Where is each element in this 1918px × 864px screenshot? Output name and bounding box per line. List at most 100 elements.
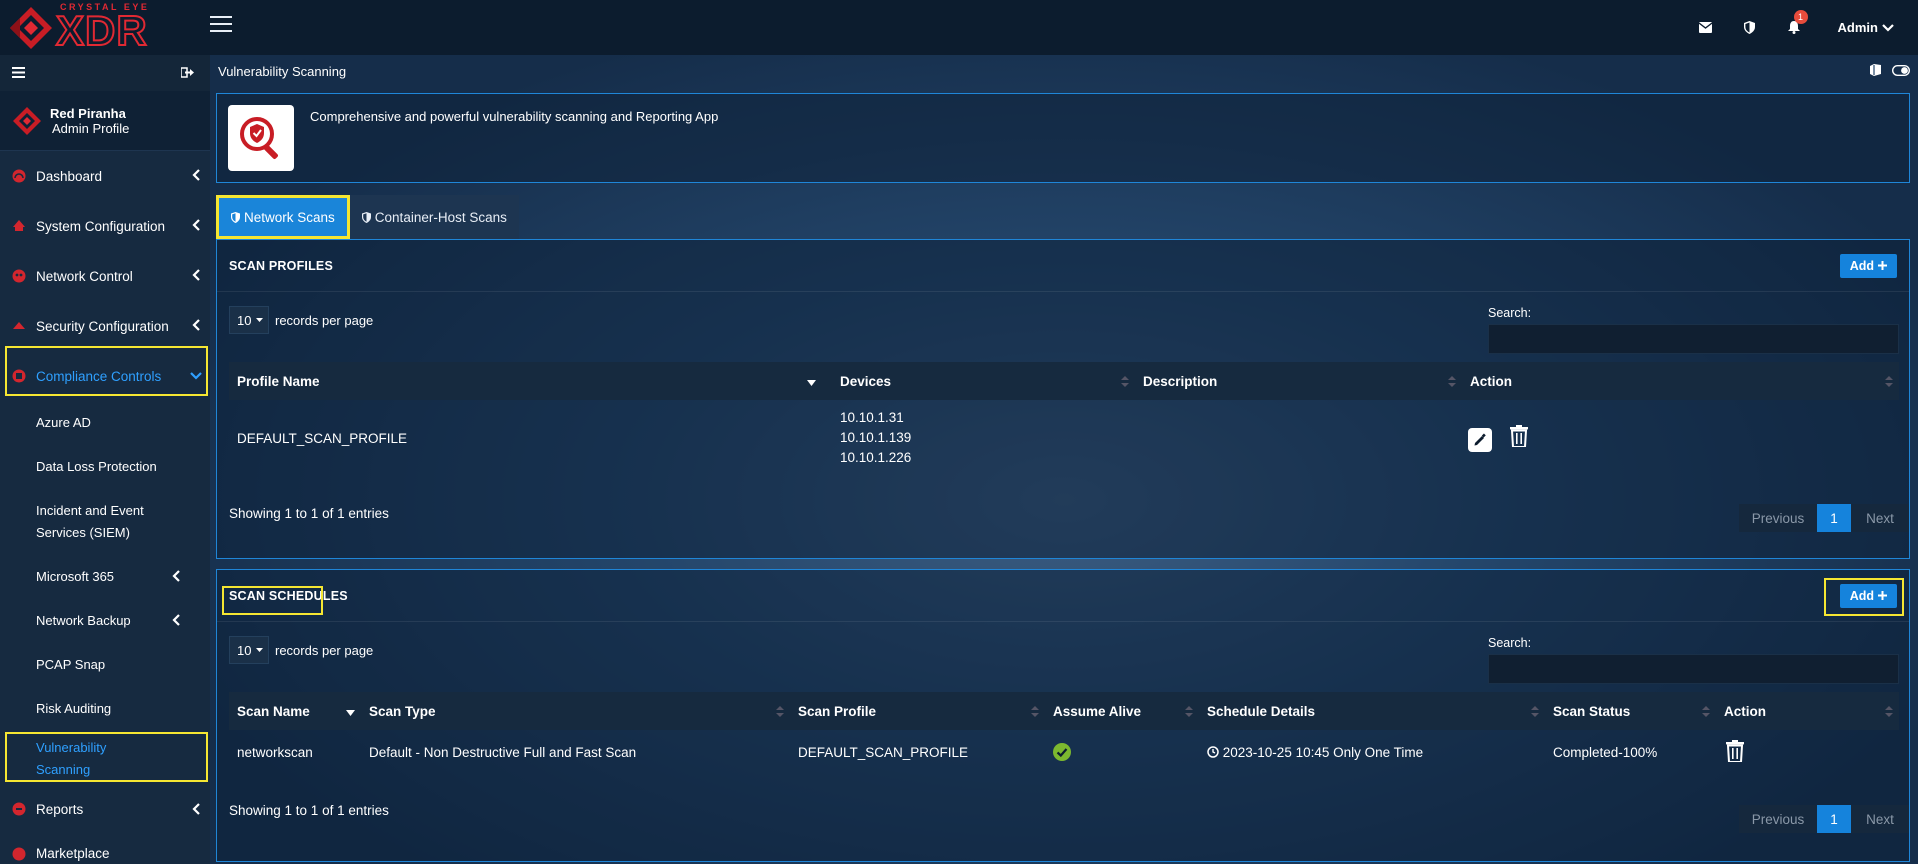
column-header-scan-type[interactable]: Scan Type [361, 692, 790, 730]
sidebar-item-label: Dashboard [36, 168, 103, 184]
sidebar-subitem-vulnerability-scanning[interactable]: Vulnerability Scanning [0, 731, 210, 787]
shield-icon [231, 211, 240, 223]
sidebar-item-label: Reports [36, 801, 84, 817]
scan-schedules-table: Scan Name Scan Type Scan Profile Assume … [229, 692, 1899, 774]
sort-icon [1121, 376, 1129, 387]
sidebar-subitem-siem[interactable]: Incident and Event Services (SIEM) [0, 489, 210, 555]
column-header-action[interactable]: Action [1462, 362, 1899, 400]
page-title: Vulnerability Scanning [218, 63, 347, 79]
toggle-icon[interactable] [1891, 64, 1911, 79]
sort-icon [1031, 706, 1039, 717]
sidebar-item-marketplace[interactable]: Marketplace [0, 831, 210, 861]
sidebar-subitem-azure-ad[interactable]: Azure AD [0, 401, 210, 445]
rpp-value: 10 [237, 642, 252, 658]
scan-type-cell: Default - Non Destructive Full and Fast … [369, 744, 637, 760]
sidebar-subitem-label: Azure AD [36, 415, 91, 430]
tab-network-scans[interactable]: Network Scans [216, 195, 350, 239]
scan-profiles-table: Profile Name Devices Description Action … [229, 362, 1899, 476]
sidebar-subitem-risk-auditing[interactable]: Risk Auditing [0, 687, 210, 731]
shield-icon[interactable] [1742, 20, 1758, 36]
pagination-page[interactable]: 1 [1817, 805, 1851, 833]
pagination-next[interactable]: Next [1851, 805, 1909, 833]
sidebar-item-network-control[interactable]: Network Control [0, 251, 210, 301]
sidebar-profile[interactable]: Red Piranha Admin Profile [0, 91, 210, 151]
profile-name-cell: DEFAULT_SCAN_PROFILE [237, 430, 408, 446]
brand-big-text: XDR [55, 7, 148, 54]
security-icon [12, 319, 26, 333]
rpp-label: records per page [275, 312, 374, 328]
schedule-details-text: 2023-10-25 10:45 Only One Time [1222, 744, 1424, 760]
column-header-description[interactable]: Description [1135, 362, 1462, 400]
sign-out-icon[interactable] [180, 66, 194, 81]
brand-logo[interactable]: CRYSTAL EYE XDR [0, 0, 210, 55]
devices-cell: 10.10.1.31 10.10.1.139 10.10.1.226 [832, 400, 1135, 476]
sidebar-item-security-configuration[interactable]: Security Configuration [0, 301, 210, 351]
table-header-row: Profile Name Devices Description Action [229, 362, 1899, 400]
scan-profile-cell: DEFAULT_SCAN_PROFILE [798, 744, 969, 760]
pagination-previous[interactable]: Previous [1739, 805, 1817, 833]
sidebar-subitem-pcap-snap[interactable]: PCAP Snap [0, 643, 210, 687]
sidebar-subitem-microsoft-365[interactable]: Microsoft 365 [0, 555, 210, 599]
profile-logo-icon [13, 106, 41, 135]
rpp-label: records per page [275, 642, 374, 658]
pagination-previous[interactable]: Previous [1739, 504, 1817, 532]
sidebar-subitem-network-backup[interactable]: Network Backup [0, 599, 210, 643]
sort-icon [776, 706, 784, 717]
add-schedule-label: Add [1849, 588, 1874, 603]
device-ip: 10.10.1.31 [840, 410, 904, 425]
add-schedule-button[interactable]: Add [1839, 583, 1897, 608]
notification-badge: 1 [1793, 9, 1808, 24]
add-profile-label: Add [1849, 258, 1874, 273]
edit-icon[interactable] [1468, 427, 1492, 452]
sidebar-subitem-label: Network Backup [36, 613, 131, 628]
chevron-left-icon [192, 169, 200, 181]
scan-schedules-title: SCAN SCHEDULES [229, 588, 348, 603]
rpp-value: 10 [237, 312, 252, 328]
schedules-search-input[interactable] [1488, 654, 1899, 684]
column-header-profile-name[interactable]: Profile Name [229, 362, 832, 400]
main-menu-toggle[interactable] [210, 16, 232, 34]
sort-icon [1531, 706, 1539, 717]
sidebar-subitem-label: Incident and Event Services (SIEM) [36, 503, 144, 540]
column-header-schedule-details[interactable]: Schedule Details [1199, 692, 1545, 730]
column-header-scan-status[interactable]: Scan Status [1545, 692, 1716, 730]
clock-icon [1207, 745, 1219, 758]
sidebar-menu-icon[interactable] [12, 66, 25, 81]
check-circle-icon [1053, 743, 1071, 761]
column-header-action[interactable]: Action [1716, 692, 1899, 730]
schedules-records-per-page-select[interactable]: 10 [229, 636, 269, 664]
bell-icon[interactable]: 1 [1786, 9, 1808, 36]
sidebar-item-label: Compliance Controls [36, 368, 162, 384]
column-header-assume-alive[interactable]: Assume Alive [1045, 692, 1199, 730]
sidebar-subitem-label: Data Loss Protection [36, 459, 157, 474]
sidebar-item-reports[interactable]: Reports [0, 787, 210, 831]
add-profile-button[interactable]: Add [1839, 253, 1897, 278]
sidebar-item-label: Network Control [36, 268, 133, 284]
chevron-left-icon [192, 319, 200, 331]
column-header-scan-profile[interactable]: Scan Profile [790, 692, 1045, 730]
assume-alive-cell [1045, 730, 1199, 774]
mail-icon[interactable] [1698, 20, 1714, 36]
sidebar-item-compliance-controls[interactable]: Compliance Controls [0, 351, 210, 401]
profiles-records-per-page-select[interactable]: 10 [229, 306, 269, 334]
delete-icon[interactable] [1509, 424, 1528, 447]
user-menu[interactable]: Admin [1838, 20, 1894, 35]
tab-container-host-scans[interactable]: Container-Host Scans [349, 195, 519, 239]
column-header-devices[interactable]: Devices [832, 362, 1135, 400]
pagination-next[interactable]: Next [1851, 504, 1909, 532]
sidebar-item-dashboard[interactable]: Dashboard [0, 151, 210, 201]
table-row: networkscan Default - Non Destructive Fu… [229, 730, 1899, 774]
profiles-search-input[interactable] [1488, 324, 1899, 354]
book-icon[interactable] [1869, 63, 1882, 79]
pagination-page[interactable]: 1 [1817, 504, 1851, 532]
sidebar-item-system-configuration[interactable]: System Configuration [0, 201, 210, 251]
chevron-left-icon [192, 269, 200, 281]
shield-icon [361, 211, 371, 223]
sort-icon [1885, 706, 1893, 717]
sidebar-subitem-label: PCAP Snap [36, 657, 106, 672]
sidebar-subitem-label: Risk Auditing [36, 701, 112, 716]
column-header-scan-name[interactable]: Scan Name [229, 692, 361, 730]
app-header: Comprehensive and powerful vulnerability… [216, 93, 1910, 183]
sidebar-subitem-data-loss-protection[interactable]: Data Loss Protection [0, 445, 210, 489]
delete-icon[interactable] [1726, 739, 1744, 762]
